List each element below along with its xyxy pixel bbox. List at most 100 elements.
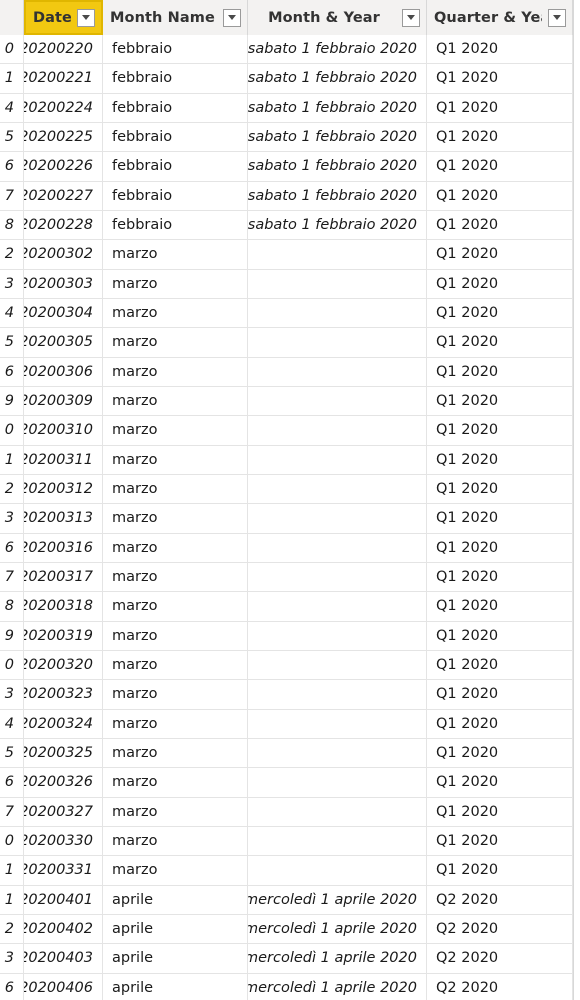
cell-dateint[interactable]: 20200305 xyxy=(24,328,103,357)
table-row[interactable]: 6 20200306 marzo Q1 2020 xyxy=(0,357,580,387)
cell-dateint[interactable]: 20200221 xyxy=(24,64,103,93)
cell-month[interactable]: marzo xyxy=(103,269,248,298)
cell-qtryr[interactable]: Q1 2020 xyxy=(427,445,573,474)
column-header-qtryr[interactable]: Quarter & Year xyxy=(427,0,573,35)
table-row[interactable]: 5 20200325 marzo Q1 2020 xyxy=(0,738,580,769)
cell-qtryr[interactable]: Q1 2020 xyxy=(427,328,573,357)
table-row[interactable]: 5 20200305 marzo Q1 2020 xyxy=(0,328,580,358)
cell-partial[interactable]: 5 xyxy=(0,122,24,152)
cell-month[interactable]: marzo xyxy=(103,562,248,592)
cell-dateint[interactable]: 20200320 xyxy=(24,650,103,680)
table-row[interactable]: 1 20200401 aprile mercoledì 1 aprile 2020 Q2… xyxy=(0,885,580,915)
cell-qtryr[interactable]: Q1 2020 xyxy=(427,181,573,210)
cell-month[interactable]: marzo xyxy=(103,357,248,386)
cell-dateint[interactable]: 20200306 xyxy=(24,357,103,386)
cell-partial[interactable]: 4 xyxy=(0,298,24,328)
cell-monthyr[interactable] xyxy=(248,298,427,328)
column-header-monthyr[interactable]: Month & Year xyxy=(248,0,427,35)
table-row[interactable]: 3 20200303 marzo Q1 2020 xyxy=(0,269,580,299)
cell-qtryr[interactable]: Q1 2020 xyxy=(427,416,573,445)
table-row[interactable]: 6 20200316 marzo Q1 2020 xyxy=(0,533,580,563)
filter-dropdown-icon[interactable] xyxy=(77,8,95,27)
table-row[interactable]: 1 20200311 marzo Q1 2020 xyxy=(0,445,580,475)
cell-partial[interactable]: 6 xyxy=(0,357,24,386)
table-row[interactable]: 0 20200320 marzo Q1 2020 xyxy=(0,650,580,681)
cell-qtryr[interactable]: Q1 2020 xyxy=(427,269,573,298)
table-row[interactable]: 1 20200221 febbraio sabato 1 febbraio 2020 Q… xyxy=(0,64,580,94)
cell-partial[interactable]: 5 xyxy=(0,738,24,768)
table-row[interactable]: 5 20200225 febbraio sabato 1 febbraio 2020 Q… xyxy=(0,122,580,153)
cell-dateint[interactable]: 20200310 xyxy=(24,416,103,445)
cell-monthyr[interactable] xyxy=(248,650,427,680)
cell-monthyr[interactable] xyxy=(248,709,427,738)
cell-qtryr[interactable]: Q1 2020 xyxy=(427,856,573,885)
cell-dateint[interactable]: 20200323 xyxy=(24,680,103,709)
table-row[interactable]: 0 20200220 febbraio sabato 1 febbraio 2020 Q… xyxy=(0,35,580,65)
cell-partial[interactable]: 1 xyxy=(0,885,24,914)
cell-qtryr[interactable]: Q1 2020 xyxy=(427,93,573,122)
cell-qtryr[interactable]: Q1 2020 xyxy=(427,650,573,680)
cell-dateint[interactable]: 20200224 xyxy=(24,93,103,122)
cell-dateint[interactable]: 20200225 xyxy=(24,122,103,152)
cell-dateint[interactable]: 20200318 xyxy=(24,592,103,621)
cell-partial[interactable]: 3 xyxy=(0,269,24,298)
cell-month[interactable]: marzo xyxy=(103,826,248,856)
filter-dropdown-icon[interactable] xyxy=(223,8,241,27)
cell-monthyr[interactable]: sabato 1 febbraio 2020 xyxy=(248,122,427,152)
cell-dateint[interactable]: 20200226 xyxy=(24,152,103,181)
cell-monthyr[interactable] xyxy=(248,562,427,592)
cell-monthyr[interactable] xyxy=(248,680,427,709)
table-row[interactable]: 2 20200312 marzo Q1 2020 xyxy=(0,474,580,505)
cell-month[interactable]: marzo xyxy=(103,592,248,621)
cell-partial[interactable]: 0 xyxy=(0,416,24,445)
table-row[interactable]: 3 20200403 aprile mercoledì 1 aprile 2020 Q2… xyxy=(0,944,580,974)
cell-qtryr[interactable]: Q1 2020 xyxy=(427,826,573,856)
cell-monthyr[interactable] xyxy=(248,592,427,621)
cell-qtryr[interactable]: Q1 2020 xyxy=(427,240,573,269)
table-row[interactable]: 8 20200318 marzo Q1 2020 xyxy=(0,592,580,622)
cell-dateint[interactable]: 20200317 xyxy=(24,562,103,592)
cell-partial[interactable]: 0 xyxy=(0,826,24,856)
cell-monthyr[interactable] xyxy=(248,738,427,768)
cell-monthyr[interactable]: sabato 1 febbraio 2020 xyxy=(248,64,427,93)
cell-partial[interactable]: 0 xyxy=(0,35,24,64)
cell-month[interactable]: febbraio xyxy=(103,64,248,93)
cell-monthyr[interactable] xyxy=(248,357,427,386)
cell-partial[interactable]: 6 xyxy=(0,768,24,797)
table-row[interactable]: 0 20200310 marzo Q1 2020 xyxy=(0,416,580,446)
cell-partial[interactable]: 2 xyxy=(0,914,24,944)
cell-partial[interactable]: 1 xyxy=(0,445,24,474)
table-row[interactable]: 6 20200226 febbraio sabato 1 febbraio 2020 Q… xyxy=(0,152,580,182)
table-row[interactable]: 7 20200227 febbraio sabato 1 febbraio 2020 Q… xyxy=(0,181,580,211)
cell-partial[interactable]: 6 xyxy=(0,973,24,1000)
cell-partial[interactable]: 8 xyxy=(0,592,24,621)
cell-partial[interactable]: 1 xyxy=(0,64,24,93)
cell-dateint[interactable]: 20200309 xyxy=(24,386,103,416)
cell-dateint[interactable]: 20200319 xyxy=(24,621,103,650)
cell-month[interactable]: marzo xyxy=(103,797,248,826)
cell-dateint[interactable]: 20200227 xyxy=(24,181,103,210)
cell-dateint[interactable]: 20200303 xyxy=(24,269,103,298)
cell-dateint[interactable]: 20200228 xyxy=(24,210,103,240)
column-header-dateint[interactable]: DateInt xyxy=(24,0,103,35)
cell-month[interactable]: marzo xyxy=(103,738,248,768)
table-row[interactable]: 0 20200330 marzo Q1 2020 xyxy=(0,826,580,857)
cell-monthyr[interactable]: mercoledì 1 aprile 2020 xyxy=(248,944,427,973)
table-row[interactable]: 1 20200331 marzo Q1 2020 xyxy=(0,856,580,886)
cell-monthyr[interactable] xyxy=(248,445,427,474)
cell-dateint[interactable]: 20200302 xyxy=(24,240,103,269)
cell-qtryr[interactable]: Q1 2020 xyxy=(427,709,573,738)
cell-dateint[interactable]: 20200325 xyxy=(24,738,103,768)
cell-month[interactable]: marzo xyxy=(103,298,248,328)
cell-dateint[interactable]: 20200327 xyxy=(24,797,103,826)
cell-month[interactable]: febbraio xyxy=(103,93,248,122)
cell-qtryr[interactable]: Q1 2020 xyxy=(427,621,573,650)
filter-dropdown-icon[interactable] xyxy=(402,8,420,27)
cell-month[interactable]: marzo xyxy=(103,416,248,445)
table-row[interactable]: 9 20200319 marzo Q1 2020 xyxy=(0,621,580,651)
cell-monthyr[interactable] xyxy=(248,621,427,650)
cell-monthyr[interactable] xyxy=(248,416,427,445)
cell-month[interactable]: febbraio xyxy=(103,181,248,210)
cell-qtryr[interactable]: Q1 2020 xyxy=(427,474,573,504)
table-row[interactable]: 3 20200323 marzo Q1 2020 xyxy=(0,680,580,710)
